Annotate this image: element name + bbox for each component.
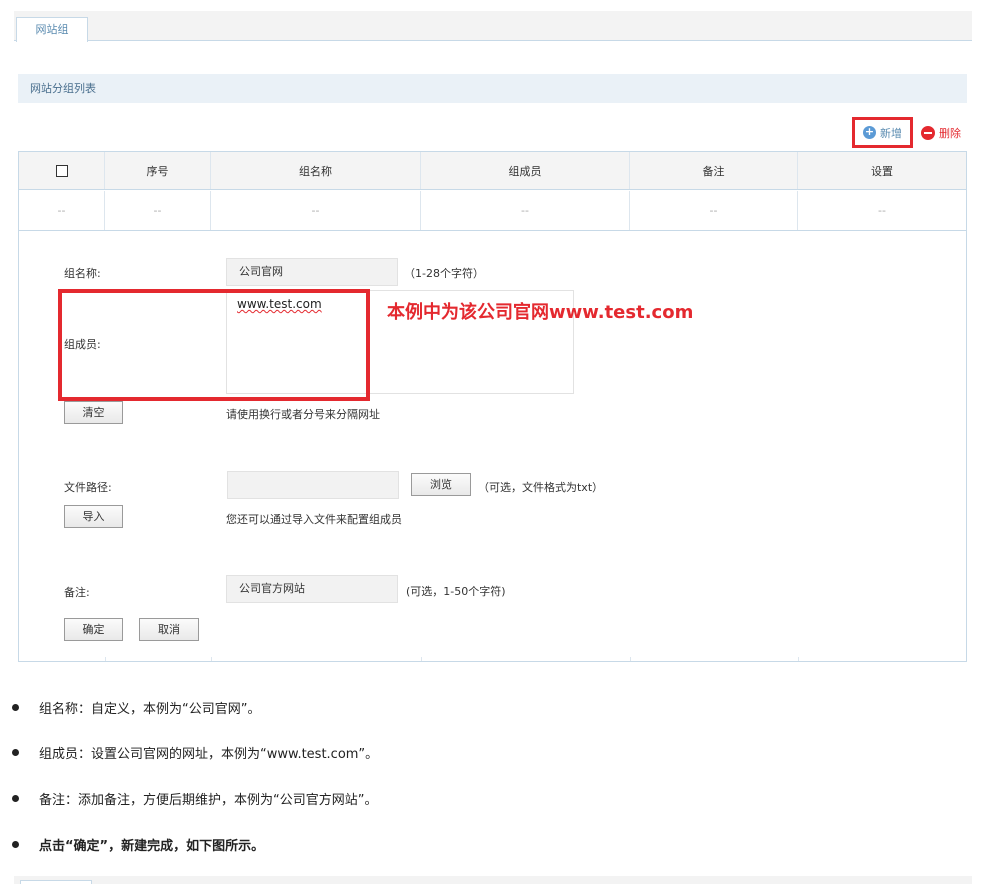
header-note: 备注 (630, 152, 798, 189)
section-title: 网站分组列表 (18, 74, 967, 103)
delete-button[interactable]: 删除 (921, 125, 961, 141)
annotation-text: 本例中为该公司官网www.test.com (387, 302, 694, 323)
browse-button[interactable]: 浏览 (411, 473, 471, 496)
import-hint: 您还可以通过导入文件来配置组成员 (226, 513, 402, 526)
note-input[interactable]: 公司官方网站 (226, 575, 398, 603)
group-name-input[interactable]: 公司官网 (226, 258, 398, 286)
header-members: 组成员 (421, 152, 630, 189)
file-path-input[interactable] (227, 471, 399, 499)
highlight-box (58, 289, 370, 401)
bullet-dot (12, 749, 19, 756)
bullet-dot (12, 704, 19, 711)
add-button-label: 新增 (880, 126, 902, 140)
import-button[interactable]: 导入 (64, 505, 123, 528)
table-row: -- -- -- -- -- -- (19, 191, 966, 231)
note-hint: (可选，1-50个字符) (406, 585, 506, 598)
group-name-label: 组名称: (64, 267, 101, 280)
select-all-checkbox[interactable] (55, 164, 68, 177)
bullet-item: 备注：添加备注，方便后期维护，本例为“公司官方网站”。 (12, 789, 377, 808)
file-hint: （可选，文件格式为txt） (478, 481, 604, 494)
bullet-dot (12, 841, 19, 848)
add-button[interactable]: + 新增 (852, 117, 913, 148)
header-index: 序号 (105, 152, 211, 189)
minus-icon (921, 126, 935, 140)
bullet-item: 组名称：自定义，本例为“公司官网”。 (12, 698, 260, 717)
members-hint: 请使用换行或者分号来分隔网址 (226, 408, 380, 421)
file-path-label: 文件路径: (64, 481, 112, 494)
bullet-dot (12, 795, 19, 802)
ok-button[interactable]: 确定 (64, 618, 123, 641)
header-group-name: 组名称 (211, 152, 421, 189)
delete-button-label: 删除 (939, 127, 961, 140)
next-figure-tab-bar (14, 876, 972, 884)
group-name-hint: （1-28个字符） (404, 267, 484, 280)
cancel-button[interactable]: 取消 (139, 618, 199, 641)
bullet-item: 点击“确定”，新建完成，如下图所示。 (12, 835, 264, 854)
header-settings: 设置 (871, 164, 893, 178)
tab-website-group[interactable]: 网站组 (16, 17, 88, 42)
clear-button[interactable]: 清空 (64, 401, 123, 424)
table-header: 序号 组名称 组成员 备注 设置 (19, 152, 966, 190)
bullet-item: 组成员：设置公司官网的网址，本例为“www.test.com”。 (12, 743, 378, 762)
plus-icon: + (863, 125, 876, 139)
header-select-all (19, 152, 105, 189)
note-label: 备注: (64, 586, 90, 599)
next-figure-tab (20, 880, 92, 884)
tab-bar: 网站组 (14, 11, 972, 42)
